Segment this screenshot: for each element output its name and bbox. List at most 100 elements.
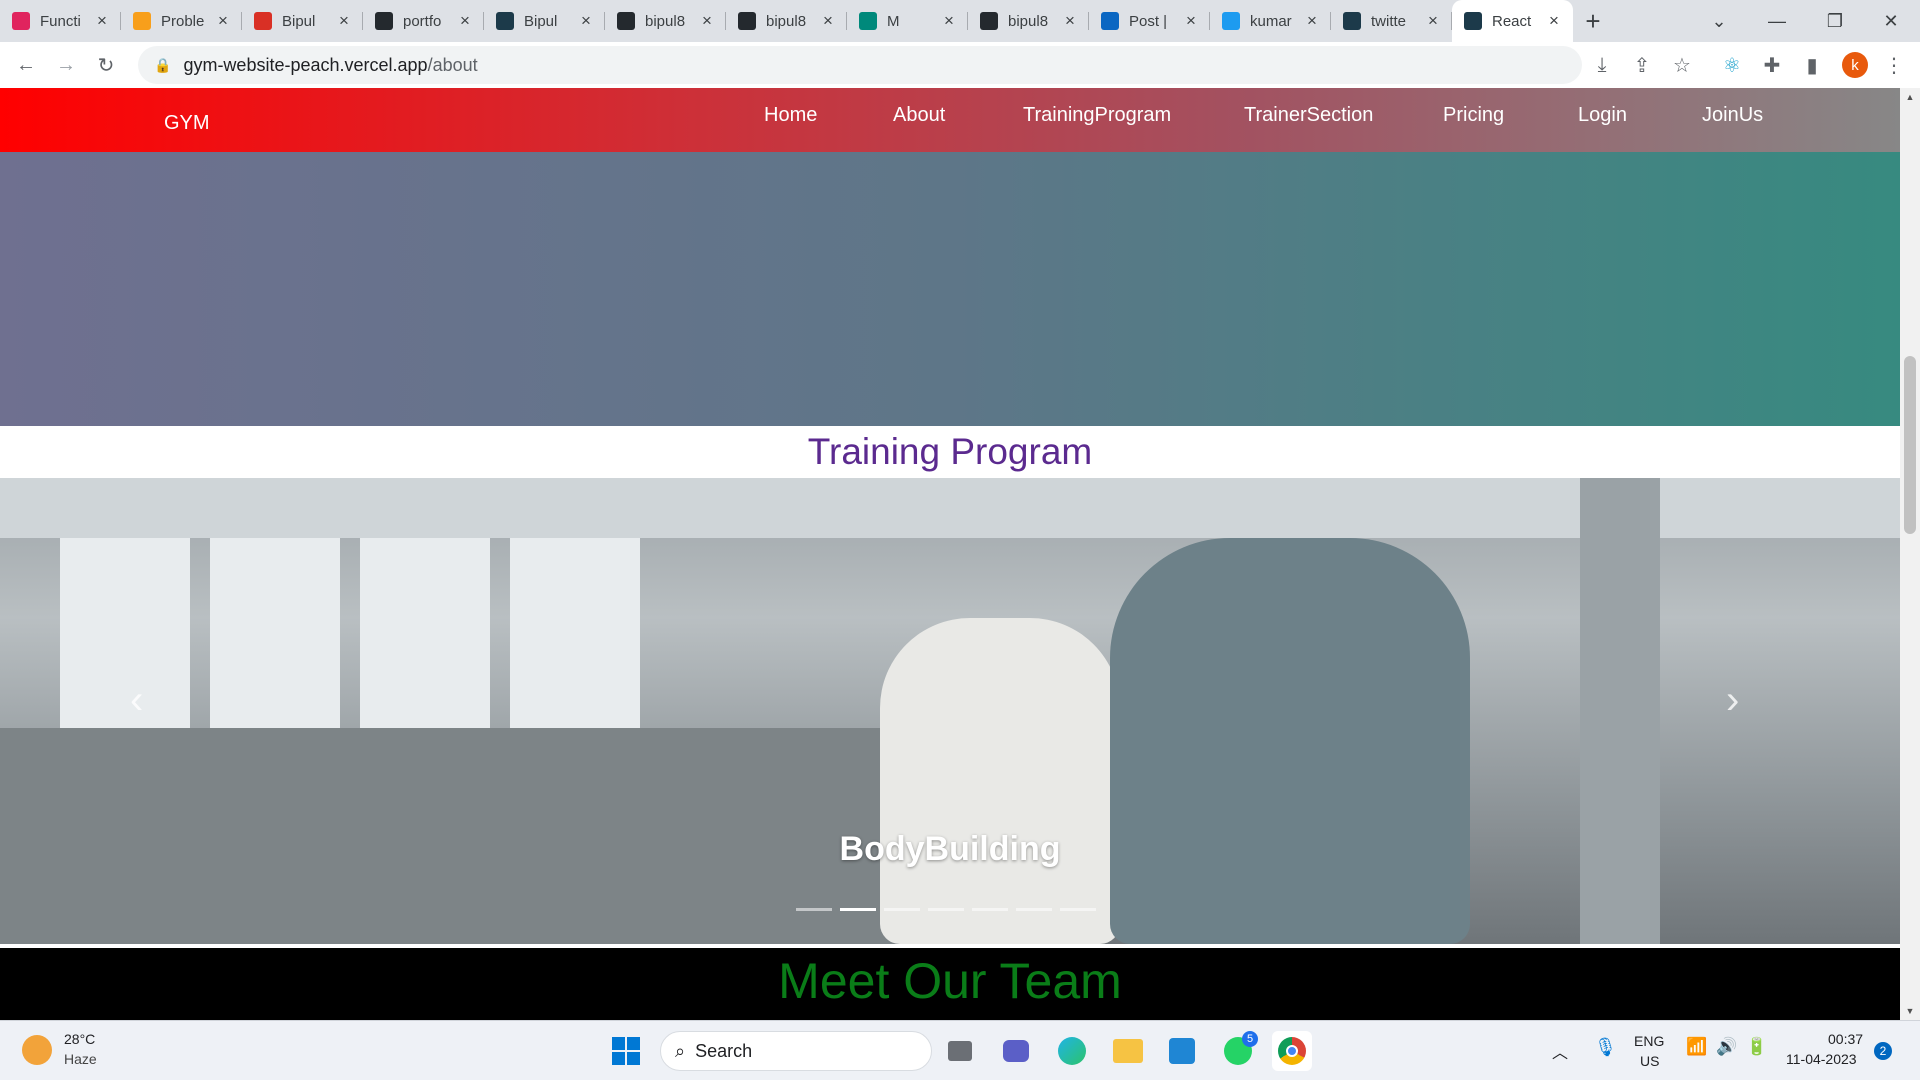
close-tab-icon[interactable]: ×: [577, 11, 595, 31]
language-bottom[interactable]: US: [1640, 1053, 1659, 1069]
wifi-icon[interactable]: 📶: [1686, 1037, 1707, 1057]
weather-temp[interactable]: 28°C: [64, 1031, 95, 1047]
browser-tab[interactable]: Bipul ×: [242, 0, 363, 42]
page-scrollbar[interactable]: ▲ ▼: [1900, 88, 1920, 1020]
carousel-prev-icon[interactable]: ‹: [130, 678, 143, 723]
browser-tab[interactable]: twitte ×: [1331, 0, 1452, 42]
microphone-icon[interactable]: 🎙: [1594, 1037, 1617, 1058]
scroll-down-icon[interactable]: ▼: [1900, 1006, 1920, 1016]
close-tab-icon[interactable]: ×: [819, 11, 837, 31]
tray-overflow-icon[interactable]: ︿: [1552, 1039, 1568, 1063]
browser-tab-label: kumar: [1250, 12, 1292, 30]
back-icon[interactable]: ←: [6, 45, 46, 85]
carousel-next-icon[interactable]: ›: [1726, 678, 1739, 723]
close-tab-icon[interactable]: ×: [1545, 11, 1563, 31]
windows-start-icon[interactable]: [606, 1031, 646, 1071]
tab-search-icon[interactable]: ⌄: [1690, 0, 1748, 42]
browser-tab[interactable]: Proble ×: [121, 0, 242, 42]
file-explorer-icon[interactable]: [1108, 1031, 1148, 1071]
whatsapp-icon[interactable]: 5: [1218, 1031, 1258, 1071]
chrome-icon[interactable]: [1272, 1031, 1312, 1071]
site-brand[interactable]: GYM: [164, 112, 210, 135]
weather-haze-icon[interactable]: [22, 1035, 52, 1065]
nav-link-trainersection[interactable]: TrainerSection: [1244, 104, 1373, 127]
edge-icon[interactable]: [1052, 1031, 1092, 1071]
carousel-indicator[interactable]: [1016, 908, 1052, 911]
browser-tab-label: bipul8: [1008, 12, 1049, 30]
weather-desc[interactable]: Haze: [64, 1051, 97, 1067]
taskbar-search-label: Search: [695, 1040, 753, 1061]
minimize-icon[interactable]: —: [1748, 0, 1806, 42]
scrollbar-thumb[interactable]: [1904, 356, 1916, 534]
bookmark-star-icon[interactable]: ☆: [1662, 45, 1702, 85]
close-tab-icon[interactable]: ×: [1303, 11, 1321, 31]
side-panel-icon[interactable]: ▮: [1792, 45, 1832, 85]
react-icon: [1343, 12, 1361, 30]
react-devtools-icon[interactable]: ⚛: [1712, 45, 1752, 85]
carousel-indicator[interactable]: [884, 908, 920, 911]
nav-link-about[interactable]: About: [893, 104, 945, 127]
close-tab-icon[interactable]: ×: [1424, 11, 1442, 31]
browser-tab-label: React: [1492, 12, 1532, 30]
profile-avatar[interactable]: k: [1842, 52, 1868, 78]
search-icon: ⌕: [675, 1040, 686, 1061]
extensions-icon[interactable]: ✚: [1752, 45, 1792, 85]
new-tab-icon[interactable]: +: [1573, 0, 1613, 42]
notification-badge[interactable]: 2: [1874, 1042, 1892, 1060]
forward-icon[interactable]: →: [46, 45, 86, 85]
browser-tab[interactable]: React ×: [1452, 0, 1573, 42]
whatsapp-badge: 5: [1242, 1031, 1258, 1047]
carousel-indicator[interactable]: [928, 908, 964, 911]
browser-tab[interactable]: bipul8 ×: [605, 0, 726, 42]
volume-icon[interactable]: 🔊: [1716, 1037, 1737, 1057]
share-icon[interactable]: ⇪: [1622, 45, 1662, 85]
language-top[interactable]: ENG: [1634, 1033, 1664, 1049]
browser-tab[interactable]: Post | ×: [1089, 0, 1210, 42]
close-tab-icon[interactable]: ×: [1182, 11, 1200, 31]
close-tab-icon[interactable]: ×: [93, 11, 111, 31]
browser-tab[interactable]: bipul8 ×: [726, 0, 847, 42]
install-icon[interactable]: ⤓: [1582, 45, 1622, 85]
browser-tab[interactable]: Bipul ×: [484, 0, 605, 42]
close-tab-icon[interactable]: ×: [1061, 11, 1079, 31]
address-bar[interactable]: 🔒 gym-website-peach.vercel.app/about: [138, 46, 1582, 84]
gmail-icon: [254, 12, 272, 30]
nav-link-login[interactable]: Login: [1578, 104, 1627, 127]
browser-tab-label: Post |: [1129, 12, 1168, 30]
teams-chat-icon[interactable]: [996, 1031, 1036, 1071]
training-program-title: Training Program: [0, 426, 1900, 478]
close-tab-icon[interactable]: ×: [456, 11, 474, 31]
browser-tab[interactable]: M ×: [847, 0, 968, 42]
browser-tab[interactable]: kumar ×: [1210, 0, 1331, 42]
scroll-up-icon[interactable]: ▲: [1900, 92, 1920, 102]
nav-link-trainingprogram[interactable]: TrainingProgram: [1023, 104, 1171, 127]
nav-link-joinus[interactable]: JoinUs: [1702, 104, 1763, 127]
battery-icon[interactable]: 🔋: [1746, 1037, 1767, 1057]
browser-tab[interactable]: portfo ×: [363, 0, 484, 42]
reload-icon[interactable]: ↻: [86, 45, 126, 85]
carousel-indicator[interactable]: [1060, 908, 1096, 911]
github-icon: [375, 12, 393, 30]
carousel-indicator[interactable]: [972, 908, 1008, 911]
taskbar-search[interactable]: ⌕ Search: [660, 1031, 932, 1071]
carousel-indicator[interactable]: [796, 908, 832, 911]
close-window-icon[interactable]: ✕: [1862, 0, 1920, 42]
close-tab-icon[interactable]: ×: [335, 11, 353, 31]
vscode-icon[interactable]: [1162, 1031, 1202, 1071]
clock-date[interactable]: 11-04-2023: [1786, 1051, 1857, 1067]
close-tab-icon[interactable]: ×: [698, 11, 716, 31]
menu-kebab-icon[interactable]: ⋮: [1874, 45, 1914, 85]
training-carousel[interactable]: ‹ › BodyBuilding: [0, 478, 1900, 944]
browser-tab-label: bipul8: [645, 12, 686, 30]
close-tab-icon[interactable]: ×: [940, 11, 958, 31]
carousel-indicator[interactable]: [840, 908, 876, 911]
clock-time[interactable]: 00:37: [1828, 1031, 1863, 1047]
browser-tab[interactable]: Functi ×: [0, 0, 121, 42]
nav-link-pricing[interactable]: Pricing: [1443, 104, 1504, 127]
nav-link-home[interactable]: Home: [764, 104, 817, 127]
restore-icon[interactable]: ❐: [1806, 0, 1864, 42]
close-tab-icon[interactable]: ×: [214, 11, 232, 31]
browser-tab-label: Bipul: [524, 12, 558, 30]
browser-tab[interactable]: bipul8 ×: [968, 0, 1089, 42]
task-view-icon[interactable]: [940, 1031, 980, 1071]
